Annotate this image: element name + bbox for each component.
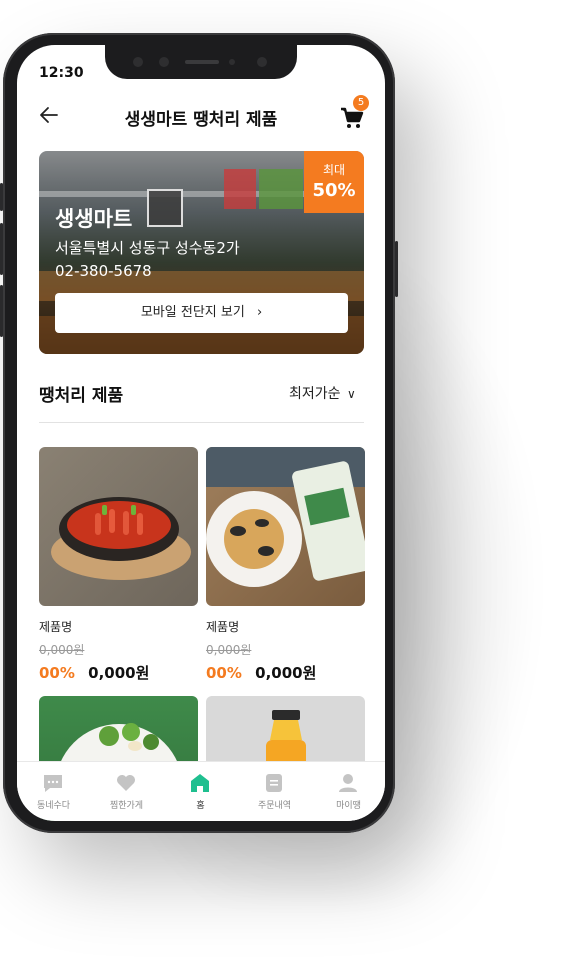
product-name: 제품명 (39, 620, 73, 634)
store-address: 서울특별시 성동구 성수동2가 (55, 239, 240, 257)
power-button (395, 241, 398, 297)
home-icon (191, 774, 209, 792)
mute-switch (0, 183, 3, 211)
app-header: 생생마트 땡처리 제품 5 (17, 95, 385, 135)
banner-photo-detail (224, 169, 256, 209)
bottom-navigation: 동네수다 찜한가게 홈 주문내역 마이땡 (17, 761, 385, 821)
volume-up-button (0, 223, 3, 275)
store-banner: 최대 50% 생생마트 서울특별시 성동구 성수동2가 02-380-5678 … (39, 151, 364, 354)
mobile-flyer-button[interactable]: 모바일 전단지 보기 › (55, 293, 348, 333)
product-card[interactable]: 제품명 0,000원 00% 0,000원 (206, 447, 365, 683)
sort-label: 최저가순 (289, 386, 341, 402)
flyer-button-label: 모바일 전단지 보기 (140, 305, 245, 320)
heart-icon (117, 775, 135, 791)
product-price: 00% 0,000원 (39, 662, 198, 683)
product-discount: 00% (206, 664, 242, 682)
nav-item-favorites[interactable]: 찜한가게 (90, 762, 163, 821)
nav-label: 홈 (196, 801, 205, 811)
divider (39, 422, 364, 423)
product-sale-price: 0,000원 (255, 664, 317, 682)
status-time: 12:30 (39, 65, 84, 81)
nav-item-home[interactable]: 홈 (164, 762, 237, 821)
nav-label: 찜한가게 (109, 801, 144, 811)
product-original-price: 0,000원 (39, 643, 85, 657)
page-title: 생생마트 땡처리 제품 (124, 110, 278, 130)
nav-item-community[interactable]: 동네수다 (17, 762, 90, 821)
chevron-down-icon: ∨ (346, 387, 356, 401)
nav-item-orders[interactable]: 주문내역 (238, 762, 311, 821)
chat-icon (44, 775, 62, 792)
chevron-right-icon: › (256, 305, 263, 320)
screen: 12:30 생생마트 땡처리 제품 5 최대 50% 생생마트 서울특별시 성동… (17, 45, 385, 821)
person-icon (339, 774, 357, 792)
product-sale-price: 0,000원 (88, 664, 150, 682)
product-card[interactable]: 제품명 0,000원 00% 0,000원 (39, 447, 198, 683)
product-original-price: 0,000원 (206, 643, 252, 657)
product-image (39, 447, 198, 606)
nav-label: 마이땡 (336, 801, 361, 811)
volume-down-button (0, 285, 3, 337)
cart-count-badge: 5 (353, 95, 369, 111)
section-title: 땡처리 제품 (39, 386, 124, 406)
product-price: 00% 0,000원 (206, 662, 365, 683)
sort-dropdown[interactable]: 최저가순 ∨ (289, 383, 356, 403)
discount-value: 50% (312, 180, 356, 201)
phone-frame: 12:30 생생마트 땡처리 제품 5 최대 50% 생생마트 서울특별시 성동… (0, 33, 398, 833)
banner-photo-detail (259, 169, 303, 209)
store-name: 생생마트 (55, 207, 133, 231)
banner-photo-detail (147, 189, 183, 227)
nav-label: 동네수다 (36, 801, 71, 811)
tteokbokki-image (51, 497, 191, 580)
discount-label: 최대 (322, 163, 346, 177)
receipt-icon (266, 774, 282, 792)
max-discount-badge: 최대 50% (304, 151, 364, 213)
pasta-image (206, 447, 365, 587)
store-phone: 02-380-5678 (55, 262, 152, 280)
product-discount: 00% (39, 664, 75, 682)
nav-item-mypage[interactable]: 마이땡 (312, 762, 385, 821)
product-image (206, 447, 365, 606)
notch (105, 45, 297, 79)
product-name: 제품명 (206, 620, 240, 634)
nav-label: 주문내역 (257, 801, 292, 811)
